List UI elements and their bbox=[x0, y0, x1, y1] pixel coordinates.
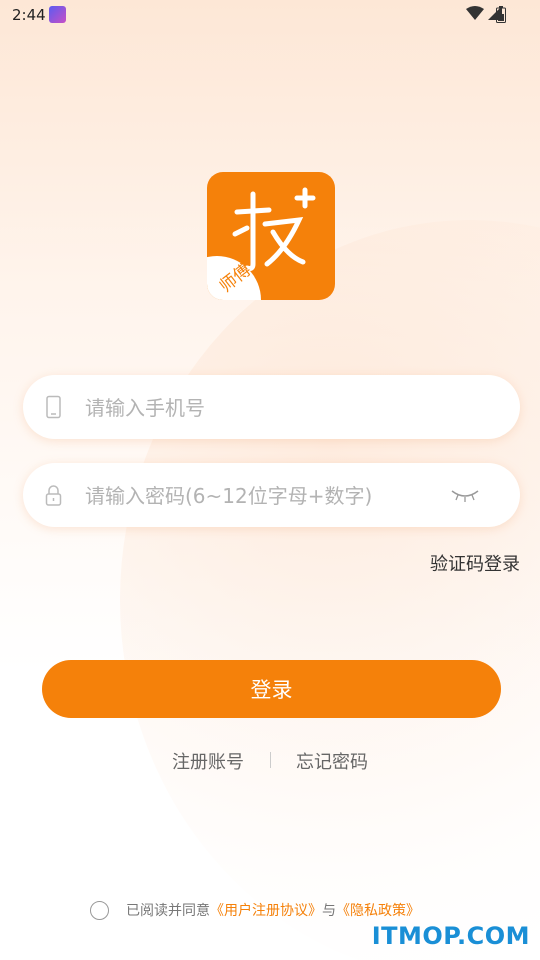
login-screen: 2:44 师傅 请输入手机号 验证码登录 登录 注册账号 忘记密码 已阅读并同意… bbox=[0, 0, 540, 960]
phone-field[interactable] bbox=[23, 375, 520, 439]
eye-closed-icon[interactable] bbox=[450, 485, 480, 503]
status-time: 2:44 bbox=[12, 6, 46, 24]
login-button[interactable]: 登录 bbox=[42, 660, 501, 718]
wifi-icon bbox=[466, 6, 484, 20]
watermark: ITMOP.COM bbox=[371, 922, 530, 950]
lock-icon bbox=[45, 485, 62, 506]
status-bar: 2:44 bbox=[0, 0, 540, 30]
notification-app-icon bbox=[49, 6, 66, 23]
app-logo: 师傅 bbox=[207, 172, 335, 300]
sms-login-link[interactable]: 验证码登录 bbox=[430, 550, 520, 576]
agreement-row: 已阅读并同意 《用户注册协议》 与 《隐私政策》 bbox=[90, 898, 420, 922]
phone-input[interactable] bbox=[83, 389, 427, 427]
account-links: 注册账号 忘记密码 bbox=[0, 748, 540, 774]
forgot-password-link[interactable]: 忘记密码 bbox=[296, 748, 368, 774]
background-decoration bbox=[120, 220, 540, 960]
battery-icon bbox=[496, 6, 506, 23]
agreement-prefix: 已阅读并同意 bbox=[126, 903, 210, 919]
register-link[interactable]: 注册账号 bbox=[172, 748, 244, 774]
agreement-conjunction: 与 bbox=[322, 903, 336, 919]
user-agreement-link[interactable]: 《用户注册协议》 bbox=[210, 900, 322, 920]
password-input[interactable] bbox=[83, 477, 427, 515]
privacy-policy-link[interactable]: 《隐私政策》 bbox=[336, 900, 420, 920]
agree-checkbox[interactable] bbox=[90, 900, 109, 920]
phone-icon bbox=[46, 395, 61, 419]
password-field[interactable] bbox=[23, 463, 520, 527]
links-divider bbox=[270, 752, 271, 768]
